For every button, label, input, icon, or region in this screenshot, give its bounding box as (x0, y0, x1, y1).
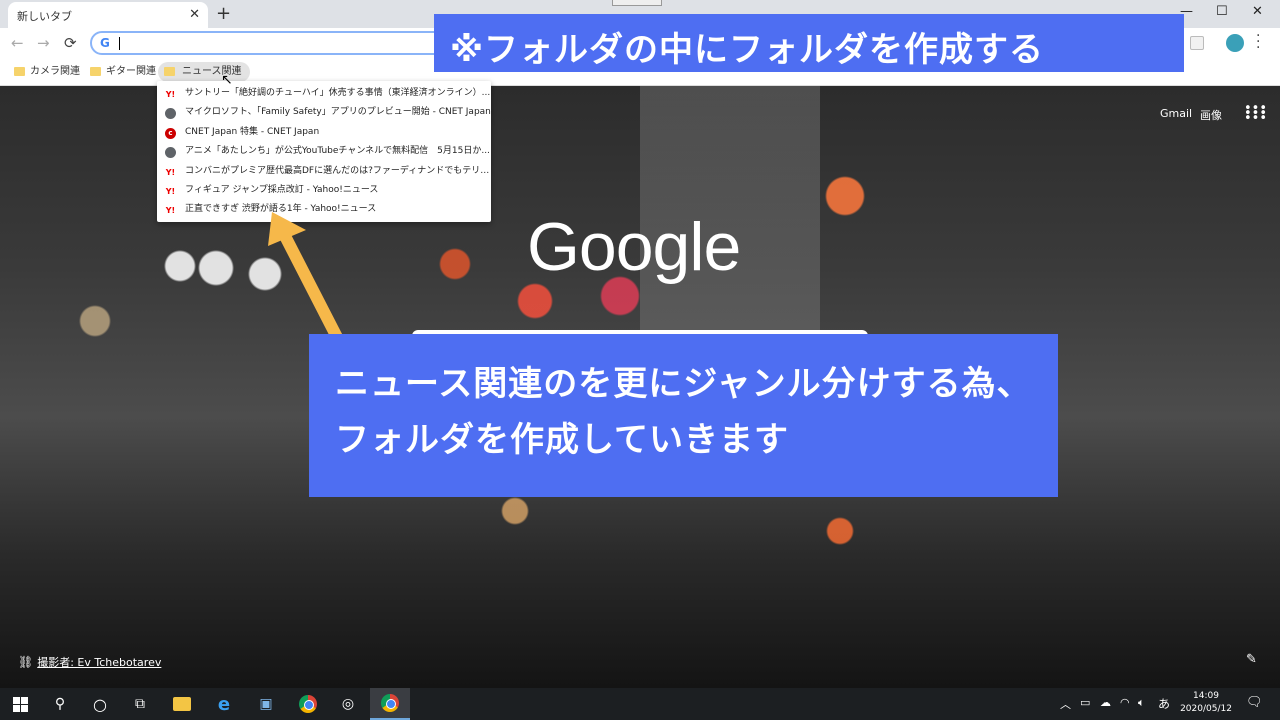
clock-time: 14:09 (1193, 691, 1219, 701)
media-app-icon[interactable]: ◎ (328, 688, 368, 720)
folder-icon (164, 67, 175, 76)
back-button[interactable]: ← (11, 34, 24, 52)
cortana-icon[interactable]: ○ (80, 688, 120, 720)
bookmark-folder-guitar[interactable]: ギター関連 (88, 62, 156, 82)
bookmark-label: ギター関連 (106, 66, 156, 77)
dropdown-item[interactable]: c CNET Japan 特集 - CNET Japan (157, 123, 491, 142)
start-button[interactable] (0, 688, 40, 720)
app-window-icon[interactable]: ▣ (246, 688, 286, 720)
clock-date: 2020/05/12 (1180, 704, 1232, 714)
close-window-button[interactable]: ✕ (1252, 4, 1263, 20)
windows-taskbar: ⚲ ○ ⧉ e ▣ ◎ ︿ ▭ ☁ ◠ 🔈︎ あ 14:09 2020/05/1… (0, 688, 1280, 720)
windows-logo-icon (12, 696, 28, 712)
dropdown-item[interactable]: Y! コンバニがプレミア歴代最高DFに選んだのは?ファーディナンドでもテリーで..… (157, 162, 491, 181)
mouse-cursor-icon: ↖ (221, 72, 233, 88)
bookmark-folder-dropdown: Y! サントリー「絶好調のチューハイ」休売する事情（東洋経済オンライン）... マ… (157, 81, 491, 222)
chrome-active-icon[interactable] (370, 688, 410, 720)
chrome-taskbar-icon[interactable] (288, 688, 328, 720)
globe-icon (165, 108, 176, 120)
dropdown-item[interactable]: Y! フィギュア ジャンプ採点改訂 - Yahoo!ニュース (157, 181, 491, 200)
tab-title: 新しいタブ (17, 10, 72, 23)
tab-new-tab[interactable]: 新しいタブ ✕ (8, 2, 208, 28)
yahoo-icon: Y! (165, 90, 176, 99)
dropdown-item[interactable]: Y! サントリー「絶好調のチューハイ」休売する事情（東洋経済オンライン）... (157, 84, 491, 103)
address-bar[interactable]: G (90, 31, 450, 55)
photo-credit-text: 撮影者: Ev Tchebotarev (37, 656, 162, 669)
dropdown-item-label: アニメ「あたしンち」が公式YouTubeチャンネルで無料配信 5月15日か... (185, 146, 490, 157)
forward-button[interactable]: → (37, 34, 50, 52)
cnet-icon: c (165, 127, 176, 139)
dropdown-item-label: CNET Japan 特集 - CNET Japan (185, 126, 320, 137)
apps-grid-icon[interactable]: ••• ••• ••• (1244, 102, 1267, 125)
gmail-link[interactable]: Gmail (1160, 107, 1192, 120)
reload-button[interactable]: ⟳ (64, 34, 77, 52)
notification-icon[interactable]: 🗨︎ (1246, 695, 1263, 710)
google-icon: G (100, 36, 110, 50)
link-icon: ⛓ (18, 655, 34, 669)
bookmark-folder-news[interactable]: ニュース関連 (158, 62, 250, 82)
dropdown-item-label: フィギュア ジャンプ採点改訂 - Yahoo!ニュース (185, 184, 379, 195)
bookmark-label: カメラ関連 (30, 66, 80, 77)
wifi-icon[interactable]: ◠ (1120, 696, 1130, 709)
text-caret (119, 37, 120, 50)
dropdown-item[interactable]: マイクロソフト、「Family Safety」アプリのプレビュー開始 - CNE… (157, 103, 491, 122)
maximize-button[interactable]: ☐ (1216, 4, 1228, 20)
globe-icon (165, 147, 176, 159)
profile-avatar[interactable] (1226, 34, 1244, 52)
photo-credit[interactable]: ⛓ 撮影者: Ev Tchebotarev (18, 654, 161, 670)
new-tab-button[interactable]: + (216, 3, 231, 25)
dropdown-item-label: マイクロソフト、「Family Safety」アプリのプレビュー開始 - CNE… (185, 107, 491, 118)
annotation-callout: ニュース関連のを更にジャンル分けする為、フォルダを作成していきます (309, 334, 1058, 497)
folder-icon (14, 67, 25, 76)
dropdown-item-label: サントリー「絶好調のチューハイ」休売する事情（東洋経済オンライン）... (185, 88, 491, 98)
task-view-icon[interactable]: ⧉ (120, 688, 160, 720)
extension-icon[interactable] (1190, 36, 1204, 50)
chrome-menu-icon[interactable]: · · · (1256, 29, 1260, 55)
system-clock[interactable]: 14:09 2020/05/12 (1176, 690, 1236, 716)
dropdown-item-label: コンバニがプレミア歴代最高DFに選んだのは?ファーディナンドでもテリーで... (185, 165, 491, 176)
annotation-arrow-icon (268, 212, 348, 352)
annotation-top-text: ※フォルダの中にフォルダを作成する (450, 30, 1045, 70)
yahoo-icon: Y! (165, 206, 176, 216)
file-explorer-icon[interactable] (162, 688, 202, 720)
annotation-callout-text: ニュース関連のを更にジャンル分けする為、フォルダを作成していきます (335, 364, 1032, 460)
volume-icon[interactable]: 🔈︎ (1138, 696, 1145, 710)
yahoo-icon: Y! (165, 167, 176, 177)
ime-indicator[interactable]: あ (1158, 695, 1170, 712)
battery-icon[interactable]: ▭ (1080, 696, 1090, 709)
folder-icon (90, 67, 101, 76)
customize-pencil-icon[interactable]: ✎ (1246, 652, 1257, 667)
tray-chevron-icon[interactable]: ︿ (1060, 696, 1071, 712)
google-logo: Google (527, 209, 741, 285)
images-link[interactable]: 画像 (1200, 107, 1222, 123)
onedrive-icon[interactable]: ☁ (1100, 696, 1111, 709)
dropdown-item[interactable]: アニメ「あたしンち」が公式YouTubeチャンネルで無料配信 5月15日か... (157, 142, 491, 161)
edge-icon[interactable]: e (204, 688, 244, 720)
bookmark-folder-camera[interactable]: カメラ関連 (12, 62, 80, 82)
window-drag-handle (612, 0, 662, 6)
tab-close-icon[interactable]: ✕ (189, 6, 200, 24)
yahoo-icon: Y! (165, 186, 176, 196)
annotation-top-banner: ※フォルダの中にフォルダを作成する (434, 14, 1184, 72)
search-icon[interactable]: ⚲ (40, 688, 80, 720)
